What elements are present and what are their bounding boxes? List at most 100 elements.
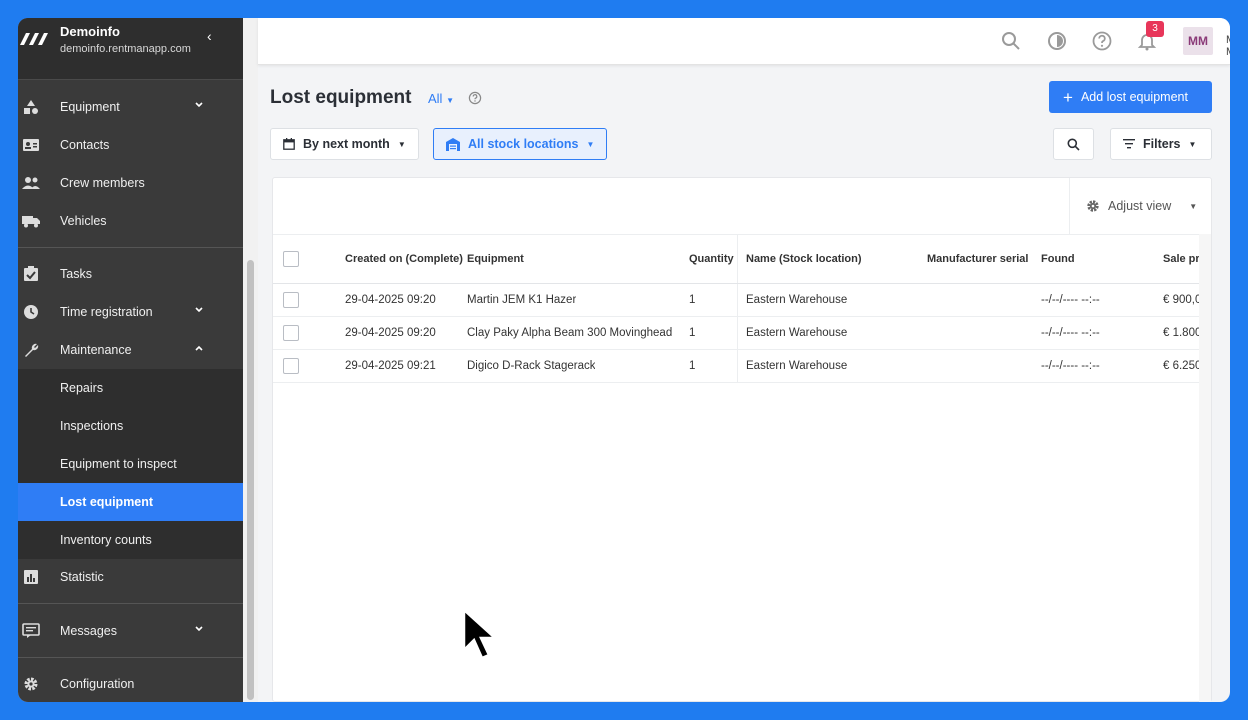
chevron-down-icon (195, 102, 203, 108)
cell-quantity: 1 (689, 294, 696, 306)
table-row[interactable]: 29-04-2025 09:21 Digico D-Rack Stagerack… (273, 350, 1199, 383)
sidebar-item-repairs[interactable]: Repairs (18, 369, 243, 407)
cell-created-on: 29-04-2025 09:21 (345, 360, 436, 372)
checkbox-icon (22, 265, 40, 283)
gear-icon (1087, 200, 1099, 212)
help-icon[interactable] (468, 91, 482, 105)
app-window: Demoinfo demoinfo.rentmanapp.com ‹ Equip… (18, 18, 1230, 702)
sidebar-item-label: Inventory counts (60, 533, 152, 547)
adjust-view-button[interactable]: Adjust view ▼ (1069, 178, 1213, 234)
sidebar-item-configuration[interactable]: Configuration (18, 665, 243, 702)
cell-equipment[interactable]: Clay Paky Alpha Beam 300 Movinghead (467, 327, 672, 339)
sidebar-item-label: Tasks (60, 267, 92, 281)
sidebar-item-equipment-to-inspect[interactable]: Equipment to inspect (18, 445, 243, 483)
sidebar-item-label: Maintenance (60, 343, 132, 357)
row-checkbox[interactable] (283, 325, 299, 341)
truck-icon (22, 212, 40, 230)
sidebar-item-statistic[interactable]: Statistic (18, 558, 243, 596)
row-checkbox[interactable] (283, 358, 299, 374)
collapse-sidebar-icon[interactable]: ‹ (207, 28, 212, 44)
sidebar-item-tasks[interactable]: Tasks (18, 255, 243, 293)
cell-stock-location: Eastern Warehouse (746, 360, 848, 372)
row-checkbox[interactable] (283, 292, 299, 308)
filter-icon (1123, 139, 1135, 149)
search-icon (1067, 138, 1080, 151)
help-icon[interactable] (1091, 30, 1113, 52)
column-header-created-on[interactable]: Created on (Complete) (345, 253, 463, 265)
mouse-cursor-icon (462, 608, 499, 660)
column-header-found[interactable]: Found (1041, 253, 1075, 265)
sidebar-item-equipment[interactable]: Equipment (18, 88, 243, 126)
sidebar-item-maintenance[interactable]: Maintenance (18, 331, 243, 369)
gear-icon (22, 675, 40, 693)
sidebar-item-label: Equipment (60, 100, 120, 114)
sidebar-item-crew-members[interactable]: Crew members (18, 164, 243, 202)
adjust-view-label: Adjust view (1108, 199, 1172, 213)
table-row[interactable]: 29-04-2025 09:20 Martin JEM K1 Hazer 1 E… (273, 284, 1199, 317)
add-lost-equipment-button[interactable]: + Add lost equipment (1049, 81, 1212, 113)
sidebar-item-label: Contacts (60, 138, 110, 152)
sidebar-item-label: Crew members (60, 176, 145, 190)
cell-stock-location: Eastern Warehouse (746, 327, 848, 339)
view-filter-label: All (428, 91, 443, 106)
sidebar-item-time-registration[interactable]: Time registration (18, 293, 243, 331)
cell-sale-price: € 1.800 (1163, 327, 1199, 339)
sidebar-item-label: Messages (60, 624, 117, 638)
column-separator (737, 284, 738, 316)
notification-badge: 3 (1146, 21, 1164, 37)
sidebar-item-inspections[interactable]: Inspections (18, 407, 243, 445)
table-row[interactable]: 29-04-2025 09:20 Clay Paky Alpha Beam 30… (273, 317, 1199, 350)
column-separator (737, 317, 738, 349)
caret-down-icon: ▼ (397, 139, 406, 149)
select-all-checkbox[interactable] (283, 251, 299, 267)
scrollbar-thumb[interactable] (247, 260, 254, 700)
bar-chart-icon (22, 568, 40, 586)
sidebar-item-label: Lost equipment (60, 495, 154, 509)
period-filter-button[interactable]: By next month ▼ (270, 128, 419, 160)
stock-location-filter-button[interactable]: All stock locations ▼ (433, 128, 608, 160)
shapes-icon (22, 98, 40, 116)
people-icon (22, 174, 40, 192)
cell-found: --/--/---- --:-- (1041, 294, 1100, 306)
message-icon (22, 622, 40, 640)
filters-label: Filters (1143, 137, 1181, 151)
view-filter-dropdown[interactable]: All ▼ (428, 91, 454, 106)
table-search-button[interactable] (1053, 128, 1094, 160)
sidebar-item-label: Statistic (60, 570, 104, 584)
theme-icon[interactable] (1046, 30, 1068, 52)
sidebar-item-inventory-counts[interactable]: Inventory counts (18, 521, 243, 559)
caret-down-icon: ▼ (446, 96, 454, 105)
cell-sale-price: € 900,0 (1163, 294, 1199, 306)
topbar: 3 MM M M (258, 18, 1230, 65)
caret-down-icon: ▼ (1188, 139, 1197, 149)
search-icon[interactable] (1000, 30, 1022, 52)
filters-button[interactable]: Filters ▼ (1110, 128, 1212, 160)
sidebar-item-contacts[interactable]: Contacts (18, 126, 243, 164)
cell-quantity: 1 (689, 360, 696, 372)
column-header-quantity[interactable]: Quantity (689, 253, 734, 265)
cell-equipment[interactable]: Martin JEM K1 Hazer (467, 294, 576, 306)
sidebar-item-vehicles[interactable]: Vehicles (18, 202, 243, 240)
chevron-down-icon (195, 626, 203, 632)
sidebar-item-label: Equipment to inspect (60, 457, 177, 471)
sidebar-divider (18, 657, 243, 658)
wrench-icon (22, 341, 40, 359)
page-title: Lost equipment (270, 87, 412, 108)
avatar[interactable]: MM (1183, 27, 1213, 55)
cell-found: --/--/---- --:-- (1041, 360, 1100, 372)
period-filter-label: By next month (303, 137, 390, 151)
column-header-equipment[interactable]: Equipment (467, 253, 524, 265)
column-header-serial-number[interactable]: Manufacturer serial n (927, 253, 1031, 265)
cell-created-on: 29-04-2025 09:20 (345, 327, 436, 339)
brand-header[interactable]: Demoinfo demoinfo.rentmanapp.com ‹ (18, 18, 243, 80)
sidebar-item-lost-equipment[interactable]: Lost equipment (18, 483, 243, 521)
user-name[interactable]: M M (1226, 34, 1230, 58)
sidebar-scrollbar[interactable] (243, 18, 258, 702)
table-header: Created on (Complete) Equipment Quantity… (273, 234, 1211, 284)
account-name: Demoinfo (60, 24, 120, 39)
table-scrollbar[interactable] (1199, 234, 1211, 702)
logo-icon (20, 33, 48, 45)
sidebar-item-messages[interactable]: Messages (18, 612, 243, 650)
cell-equipment[interactable]: Digico D-Rack Stagerack (467, 360, 595, 372)
column-header-stock-location[interactable]: Name (Stock location) (746, 253, 862, 265)
